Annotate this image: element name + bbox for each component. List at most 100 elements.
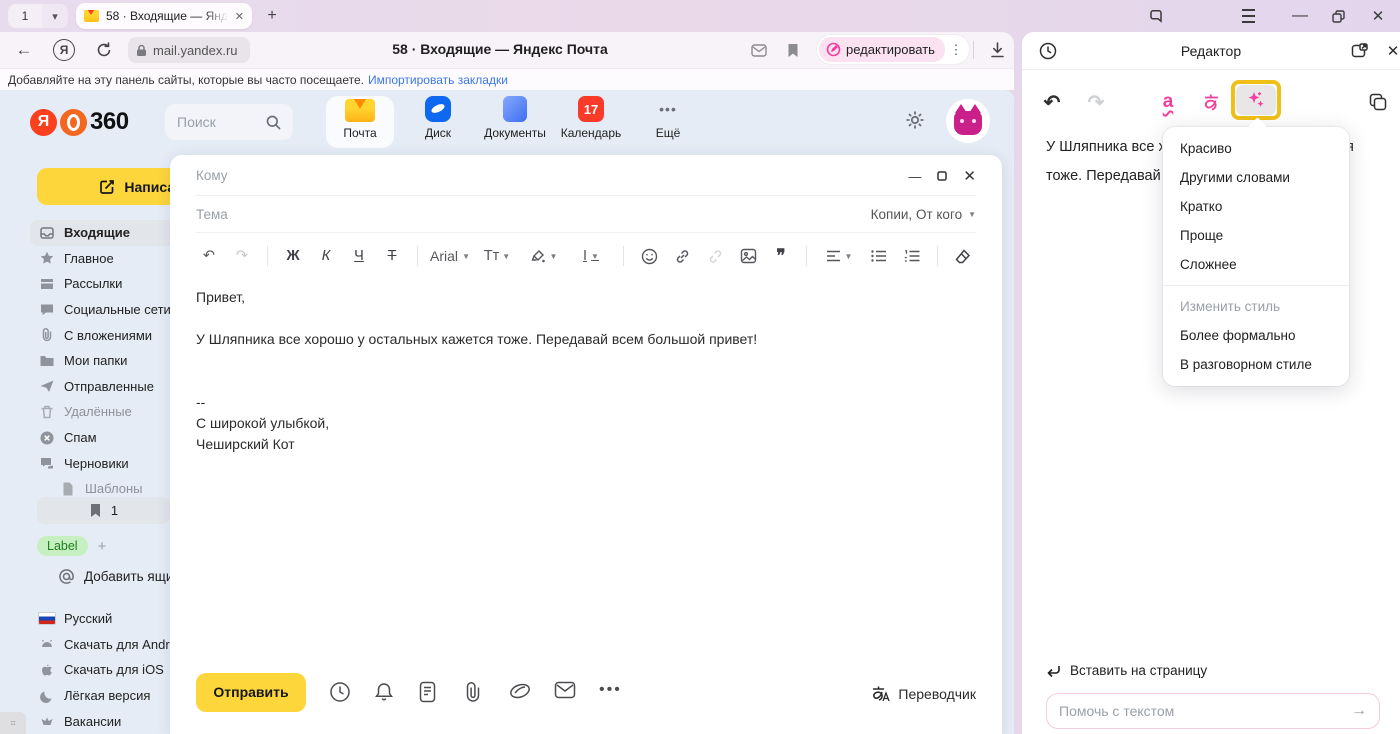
tab-list-chevron-icon[interactable]: ▾ <box>42 4 68 28</box>
reminder-bell-icon[interactable] <box>374 681 396 703</box>
attach-file-icon[interactable] <box>464 681 486 703</box>
refresh-icon[interactable] <box>90 36 118 64</box>
service-more[interactable]: ••• Ещё <box>634 96 702 148</box>
send-button[interactable]: Отправить <box>196 673 306 712</box>
strikethrough-icon[interactable]: Т <box>379 243 405 269</box>
tab-close-icon[interactable]: ✕ <box>235 10 244 23</box>
yandex-360-logo[interactable]: Я 360 <box>30 108 129 136</box>
edit-mode-pill[interactable]: редактировать ⋮ <box>817 35 969 64</box>
attach-from-disk-icon[interactable] <box>509 681 531 703</box>
corner-widget[interactable]: ⌗ <box>0 712 26 734</box>
schedule-send-icon[interactable] <box>329 681 351 703</box>
notes-icon[interactable] <box>419 681 441 703</box>
user-avatar[interactable] <box>946 99 990 143</box>
active-tab[interactable]: 58 · Входящие — Яндек ✕ <box>76 3 252 29</box>
bookmark-filter-row[interactable]: 1 <box>37 497 170 524</box>
unlink-icon[interactable] <box>702 243 728 269</box>
search-input[interactable] <box>177 114 257 130</box>
menu-item-conversational[interactable]: В разговорном стиле <box>1163 350 1349 379</box>
window-minimize-button[interactable]: — <box>1284 0 1316 32</box>
new-tab-button[interactable]: + <box>260 5 284 27</box>
add-mailbox-button[interactable]: Добавить ящик <box>58 568 179 585</box>
submit-arrow-icon[interactable]: → <box>1351 702 1367 720</box>
insert-link-icon[interactable] <box>669 243 695 269</box>
undo-icon[interactable]: ↶ <box>196 243 222 269</box>
ai-improve-button[interactable] <box>1231 80 1281 120</box>
cc-from-toggle[interactable]: Копии, От кого ▼ <box>871 207 976 222</box>
menu-item-brief[interactable]: Кратко <box>1163 192 1349 221</box>
font-size-select[interactable]: Tт ▼ <box>477 243 517 269</box>
editor-undo-icon[interactable]: ↶ <box>1038 88 1066 116</box>
spellcheck-icon[interactable]: a <box>1154 88 1182 116</box>
menu-item-other-words[interactable]: Другими словами <box>1163 163 1349 192</box>
compose-close-icon[interactable]: ✕ <box>963 167 976 185</box>
copy-text-icon[interactable] <box>1364 88 1392 116</box>
message-body[interactable]: Привет, У Шляпника все хорошо у остальны… <box>196 287 976 455</box>
yandex-home-icon[interactable]: Я <box>50 36 78 64</box>
menu-item-beautiful[interactable]: Красиво <box>1163 134 1349 163</box>
text-color-select[interactable]: I ▼ <box>571 243 611 269</box>
moon-icon <box>39 688 55 704</box>
compose-expand-icon[interactable] <box>937 171 947 181</box>
insert-to-page-button[interactable]: Вставить на страницу <box>1046 663 1207 678</box>
bold-icon[interactable]: Ж <box>280 243 306 269</box>
star-icon <box>39 250 55 266</box>
panel-close-icon[interactable]: ✕ <box>1382 40 1400 62</box>
body-line: С широкой улыбкой, <box>196 413 976 434</box>
recipient-row[interactable]: Кому — ✕ <box>196 155 976 196</box>
subject-field[interactable]: Тема <box>196 207 228 222</box>
edit-pill-menu-icon[interactable]: ⋮ <box>945 42 967 58</box>
window-close-button[interactable]: ✕ <box>1362 0 1394 32</box>
service-docs[interactable]: Документы <box>481 96 549 148</box>
ai-prompt-field[interactable]: → <box>1046 693 1380 729</box>
bullet-list-icon[interactable] <box>866 243 892 269</box>
eraser-icon[interactable] <box>950 243 976 269</box>
window-restore-button[interactable] <box>1322 0 1354 32</box>
compose-minimize-icon[interactable]: — <box>908 169 921 184</box>
tab-counter-button[interactable]: 1 <box>8 4 42 28</box>
font-family-select[interactable]: Arial▼ <box>430 248 470 264</box>
more-options-icon[interactable]: ••• <box>599 681 621 703</box>
quote-icon[interactable]: ❞ <box>768 243 794 269</box>
android-icon <box>39 636 55 652</box>
rewrite-icon[interactable] <box>1198 88 1226 116</box>
service-calendar[interactable]: 17 Календарь <box>557 96 625 148</box>
emoji-icon[interactable] <box>636 243 662 269</box>
insert-image-icon[interactable] <box>735 243 761 269</box>
redo-icon[interactable]: ↷ <box>229 243 255 269</box>
docs-service-icon <box>503 96 527 122</box>
settings-gear-icon[interactable] <box>903 108 927 132</box>
numbered-list-icon[interactable] <box>899 243 925 269</box>
browser-tab-bar: 1 ▾ 58 · Входящие — Яндек ✕ + — ✕ <box>0 0 1400 32</box>
underline-icon[interactable]: Ч <box>346 243 372 269</box>
ai-prompt-input[interactable] <box>1059 703 1329 719</box>
menu-item-simpler[interactable]: Проще <box>1163 221 1349 250</box>
open-in-window-icon[interactable] <box>1348 40 1370 62</box>
editor-redo-icon[interactable]: ↷ <box>1082 88 1110 116</box>
menu-divider <box>1163 285 1349 286</box>
label-chip[interactable]: Label <box>37 536 88 556</box>
browser-menu-icon[interactable] <box>1232 0 1264 32</box>
align-select[interactable]: ▼ <box>819 243 859 269</box>
translator-button[interactable]: Переводчик <box>870 684 976 704</box>
menu-item-more-complex[interactable]: Сложнее <box>1163 250 1349 279</box>
subject-row[interactable]: Тема Копии, От кого ▼ <box>196 196 976 233</box>
attach-from-mail-icon[interactable] <box>554 681 576 703</box>
address-bar[interactable]: mail.yandex.ru <box>128 37 250 63</box>
formatting-toolbar: ↶ ↷ Ж К Ч Т Arial▼ Tт ▼ ▼ I ▼ ❞ <box>196 233 976 279</box>
back-button[interactable]: ← <box>10 36 38 64</box>
service-disk[interactable]: Диск <box>404 96 472 148</box>
mail-notification-icon[interactable] <box>745 36 773 64</box>
service-mail[interactable]: Почта <box>326 96 394 148</box>
to-field[interactable]: Кому <box>196 168 228 183</box>
italic-icon[interactable]: К <box>313 243 339 269</box>
import-bookmarks-link[interactable]: Импортировать закладки <box>368 73 508 87</box>
downloads-icon[interactable] <box>985 38 1009 62</box>
edit-pill-label: редактировать <box>846 42 935 57</box>
highlight-color-select[interactable]: ▼ <box>524 243 564 269</box>
side-panels-icon[interactable] <box>1140 0 1172 32</box>
menu-item-more-formal[interactable]: Более формально <box>1163 321 1349 350</box>
mail-search[interactable] <box>165 104 293 140</box>
add-label-icon[interactable]: + <box>98 538 107 555</box>
bookmark-icon[interactable] <box>779 36 807 64</box>
